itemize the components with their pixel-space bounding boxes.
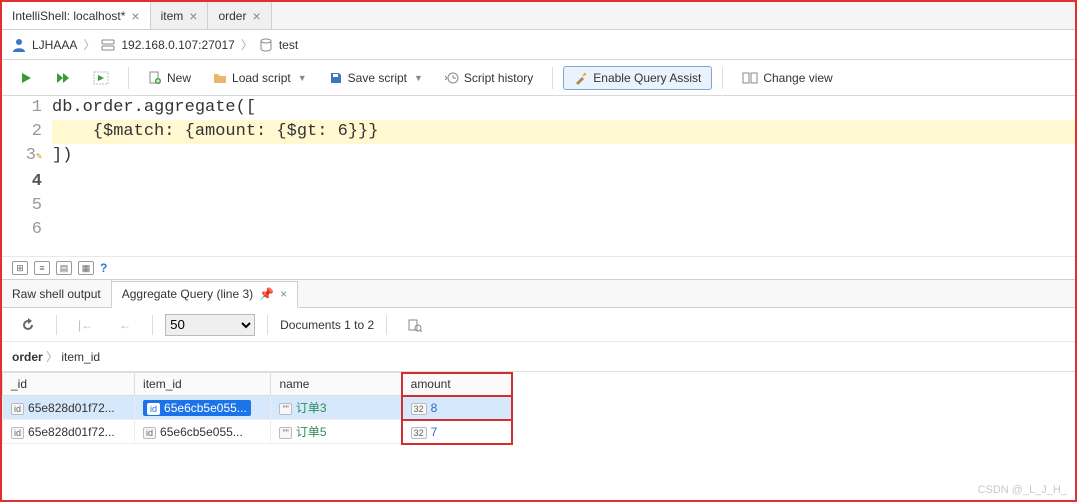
table-row[interactable]: id65e828d01f72... id65e6cb5e055... ""订单3… bbox=[3, 396, 512, 420]
result-collection[interactable]: order bbox=[12, 350, 43, 364]
user-icon bbox=[12, 38, 26, 52]
objectid-icon: id bbox=[11, 427, 24, 439]
close-icon[interactable]: × bbox=[189, 8, 197, 24]
prev-page-button[interactable]: ← bbox=[110, 314, 140, 336]
tab-label: item bbox=[161, 9, 184, 23]
separator bbox=[386, 315, 387, 335]
view-mode-icon-4[interactable]: ▦ bbox=[78, 261, 94, 275]
result-breadcrumb: order 〉 item_id bbox=[2, 342, 1075, 371]
number-icon: 32 bbox=[411, 427, 427, 439]
save-script-button[interactable]: Save script ▼ bbox=[320, 67, 432, 89]
tab-label: IntelliShell: localhost* bbox=[12, 9, 125, 23]
separator bbox=[722, 67, 723, 89]
tab-aggregate-query[interactable]: Aggregate Query (line 3) 📌 × bbox=[112, 281, 298, 308]
tab-label: Raw shell output bbox=[12, 287, 101, 301]
help-icon[interactable]: ? bbox=[100, 261, 107, 275]
table-row[interactable]: id65e828d01f72... id65e6cb5e055... ""订单5… bbox=[3, 420, 512, 444]
database-icon bbox=[259, 38, 273, 52]
code-editor[interactable]: 123✎456 db.order.aggregate([ {$match: {a… bbox=[2, 96, 1075, 256]
view-mode-icon-3[interactable]: ▤ bbox=[56, 261, 72, 275]
run-all-button[interactable] bbox=[46, 67, 80, 89]
view-mode-icon-2[interactable]: ≡ bbox=[34, 261, 50, 275]
editor-tabs: IntelliShell: localhost* × item × order … bbox=[2, 2, 1075, 30]
load-script-button[interactable]: Load script ▼ bbox=[204, 67, 316, 89]
load-label: Load script bbox=[232, 71, 291, 85]
objectid-icon: id bbox=[143, 427, 156, 439]
tab-item[interactable]: item × bbox=[151, 2, 209, 29]
chevron-right-icon: 〉 bbox=[83, 36, 95, 53]
close-icon[interactable]: × bbox=[252, 8, 260, 24]
view-label: Change view bbox=[763, 71, 832, 85]
string-icon: "" bbox=[279, 427, 291, 439]
refresh-button[interactable] bbox=[12, 314, 44, 336]
separator bbox=[128, 67, 129, 89]
close-icon[interactable]: × bbox=[280, 287, 287, 301]
tab-raw-output[interactable]: Raw shell output bbox=[2, 280, 112, 307]
documents-range: Documents 1 to 2 bbox=[280, 318, 374, 332]
col-item-id[interactable]: item_id bbox=[135, 373, 271, 396]
tab-label: Aggregate Query (line 3) bbox=[122, 287, 253, 301]
page-size-select[interactable]: 50 bbox=[165, 314, 255, 336]
separator bbox=[267, 315, 268, 335]
separator bbox=[152, 315, 153, 335]
tab-order[interactable]: order × bbox=[208, 2, 271, 29]
watermark: CSDN @_L_J_H_ bbox=[978, 484, 1067, 496]
breadcrumb-host[interactable]: 192.168.0.107:27017 bbox=[121, 38, 234, 52]
run-selection-button[interactable] bbox=[84, 67, 118, 89]
save-label: Save script bbox=[348, 71, 407, 85]
new-label: New bbox=[167, 71, 191, 85]
editor-status-bar: ⊞ ≡ ▤ ▦ ? bbox=[2, 256, 1075, 280]
chevron-down-icon: ▼ bbox=[298, 73, 307, 83]
run-button[interactable] bbox=[10, 67, 42, 89]
view-mode-icon-1[interactable]: ⊞ bbox=[12, 261, 28, 275]
assist-label: Enable Query Assist bbox=[593, 71, 701, 85]
query-assist-button[interactable]: Enable Query Assist bbox=[563, 66, 712, 90]
col-name[interactable]: name bbox=[271, 373, 402, 396]
breadcrumb: LJHAAA 〉 192.168.0.107:27017 〉 test bbox=[2, 30, 1075, 60]
line-gutter: 123✎456 bbox=[2, 96, 52, 256]
breadcrumb-db[interactable]: test bbox=[279, 38, 298, 52]
separator bbox=[552, 67, 553, 89]
number-icon: 32 bbox=[411, 403, 427, 415]
string-icon: "" bbox=[279, 403, 291, 415]
breadcrumb-user[interactable]: LJHAAA bbox=[32, 38, 77, 52]
result-field[interactable]: item_id bbox=[61, 350, 100, 364]
server-icon bbox=[101, 38, 115, 52]
chevron-right-icon: 〉 bbox=[46, 350, 61, 364]
search-in-results-button[interactable] bbox=[399, 314, 431, 336]
change-view-button[interactable]: Change view bbox=[733, 67, 841, 89]
new-button[interactable]: New bbox=[139, 67, 200, 89]
tab-intellishell[interactable]: IntelliShell: localhost* × bbox=[2, 2, 151, 29]
pin-icon[interactable]: 📌 bbox=[259, 287, 274, 301]
history-label: Script history bbox=[464, 71, 533, 85]
chevron-right-icon: 〉 bbox=[241, 36, 253, 53]
results-grid: _id item_id name amount id65e828d01f72..… bbox=[2, 371, 1075, 444]
output-tabs: Raw shell output Aggregate Query (line 3… bbox=[2, 280, 1075, 308]
header-row: _id item_id name amount bbox=[3, 373, 512, 396]
code-body[interactable]: db.order.aggregate([ {$match: {amount: {… bbox=[52, 96, 1075, 256]
separator bbox=[56, 315, 57, 335]
objectid-icon: id bbox=[11, 403, 24, 415]
pager: |← ← 50 Documents 1 to 2 bbox=[2, 308, 1075, 342]
tab-label: order bbox=[218, 9, 246, 23]
chevron-down-icon: ▼ bbox=[414, 73, 423, 83]
script-history-button[interactable]: Script history bbox=[436, 67, 542, 89]
objectid-icon: id bbox=[147, 403, 160, 415]
col-amount[interactable]: amount bbox=[402, 373, 511, 396]
toolbar: New Load script ▼ Save script ▼ Script his… bbox=[2, 60, 1075, 96]
close-icon[interactable]: × bbox=[131, 8, 139, 24]
first-page-button[interactable]: |← bbox=[69, 314, 102, 336]
col-id[interactable]: _id bbox=[3, 373, 135, 396]
